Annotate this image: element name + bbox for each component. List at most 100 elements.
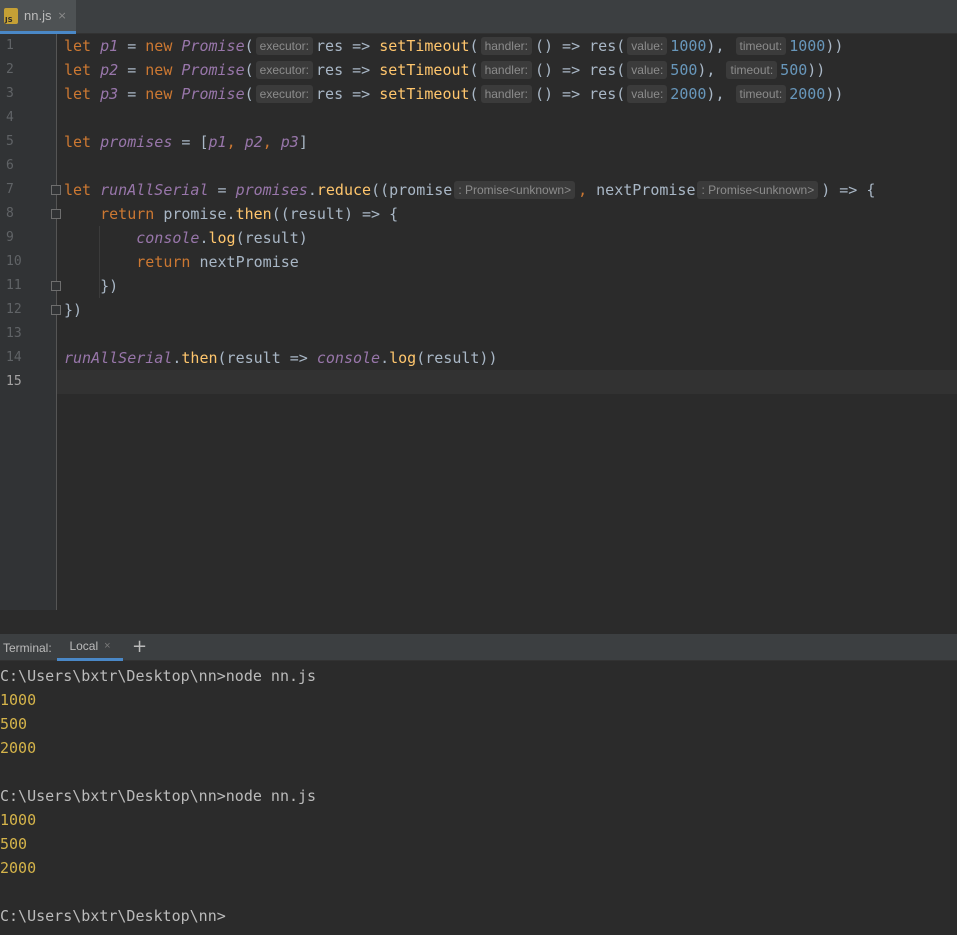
code-token: = [118, 37, 146, 55]
close-icon[interactable]: × [57, 9, 66, 22]
code-token: ) => { [821, 181, 876, 199]
line-number-gutter: 1 2 3 4 5 6 7 8 9 10 11 12 13 14 15 [0, 34, 57, 610]
code-token: promises [100, 133, 173, 151]
code-line[interactable]: }) [64, 274, 118, 298]
editor-tab-bar: JS nn.js × [0, 0, 957, 34]
terminal-prompt-line: C:\Users\bxtr\Desktop\nn> [0, 907, 226, 925]
code-token: new [145, 61, 182, 79]
code-token: log [208, 229, 236, 247]
code-token: }) [64, 301, 83, 319]
code-token: return [100, 205, 164, 223]
code-token: ( [469, 61, 479, 79]
line-number: 6 [6, 158, 14, 173]
code-line[interactable]: let p1 = new Promise(executor: res => set… [64, 34, 843, 58]
code-token: }) [64, 277, 119, 295]
code-token: (result => [217, 349, 317, 367]
terminal-label: Terminal: [3, 641, 52, 655]
panel-divider[interactable] [0, 610, 957, 635]
code-token: , [578, 181, 597, 199]
code-token: nextPromise [199, 253, 299, 271]
code-token: p1 [100, 37, 119, 55]
code-token: let [64, 181, 101, 199]
code-line[interactable]: runAllSerial.then(result => console.log(… [64, 346, 498, 370]
code-token: return [136, 253, 200, 271]
code-token: ), [706, 85, 725, 103]
parameter-hint: timeout: [735, 85, 787, 103]
code-line[interactable]: let p2 = new Promise(executor: res => set… [64, 58, 825, 82]
code-token: = [208, 181, 236, 199]
parameter-hint: handler: [480, 61, 532, 79]
terminal-output-line: 1000 [0, 691, 37, 709]
code-token: ((result) => { [271, 205, 399, 223]
code-token: res => [316, 37, 380, 55]
code-token: let [64, 37, 101, 55]
line-number: 13 [6, 326, 22, 341]
code-token: setTimeout [379, 61, 470, 79]
indent-guide [99, 250, 100, 274]
line-number: 2 [6, 62, 14, 77]
terminal-output[interactable]: C:\Users\bxtr\Desktop\nn>node nn.js 1000 5… [0, 661, 957, 935]
code-token: p2 [100, 61, 119, 79]
code-token: promises [235, 181, 308, 199]
code-token: = [ [172, 133, 209, 151]
code-token: setTimeout [379, 85, 470, 103]
code-token: ( [244, 61, 254, 79]
code-token: ( [244, 37, 254, 55]
code-token: (result)) [416, 349, 498, 367]
code-token: p2 [244, 133, 263, 151]
parameter-hint: handler: [480, 37, 532, 55]
line-number: 9 [6, 230, 14, 245]
fold-marker-icon[interactable] [51, 209, 61, 219]
tab-local-terminal[interactable]: Local × [57, 634, 123, 661]
code-line[interactable]: let promises = [p1, p2, p3] [64, 130, 308, 154]
terminal-tab-label: Local [69, 639, 99, 653]
parameter-hint: : Promise<unknown> [454, 181, 576, 199]
code-token: then [235, 205, 272, 223]
code-editor[interactable]: 1 2 3 4 5 6 7 8 9 10 11 12 13 14 15 let p1 = new Promi… [0, 34, 957, 610]
code-token: . [199, 229, 209, 247]
code-token: p3 [100, 85, 119, 103]
fold-marker-icon[interactable] [51, 305, 61, 315]
code-token: 500 [670, 61, 698, 79]
code-token: reduce [316, 181, 372, 199]
code-token: ), [697, 61, 716, 79]
code-token: ((promise [371, 181, 453, 199]
code-token: let [64, 133, 101, 151]
parameter-hint: handler: [480, 85, 532, 103]
code-token: runAllSerial [64, 349, 173, 367]
fold-marker-icon[interactable] [51, 281, 61, 291]
line-number: 15 [6, 374, 22, 389]
code-token: res => [316, 61, 380, 79]
fold-marker-icon[interactable] [51, 185, 61, 195]
line-number: 11 [6, 278, 22, 293]
code-line[interactable]: let runAllSerial = promises.reduce((prom… [64, 178, 875, 202]
line-number: 10 [6, 254, 22, 269]
code-token: (result) [235, 229, 308, 247]
code-line[interactable]: }) [64, 298, 82, 322]
code-token: . [380, 349, 390, 367]
code-token: log [389, 349, 417, 367]
code-token: let [64, 61, 101, 79]
code-token: = [118, 61, 146, 79]
code-line[interactable]: console.log(result) [64, 226, 308, 250]
close-icon[interactable]: × [104, 640, 110, 652]
line-number: 12 [6, 302, 22, 317]
code-token: 2000 [789, 85, 826, 103]
code-line[interactable]: return promise.then((result) => { [64, 202, 398, 226]
code-token: 2000 [670, 85, 707, 103]
line-number: 3 [6, 86, 14, 101]
code-token: . [307, 181, 317, 199]
code-token: then [181, 349, 218, 367]
line-number: 8 [6, 206, 14, 221]
code-token: ( [469, 37, 479, 55]
tab-nn-js[interactable]: JS nn.js × [0, 0, 76, 34]
parameter-hint: value: [627, 37, 668, 55]
code-token: promise. [163, 205, 236, 223]
code-token: ), [706, 37, 725, 55]
code-line[interactable]: let p3 = new Promise(executor: res => set… [64, 82, 843, 106]
add-terminal-icon[interactable]: + [132, 636, 147, 657]
code-token: setTimeout [379, 37, 470, 55]
